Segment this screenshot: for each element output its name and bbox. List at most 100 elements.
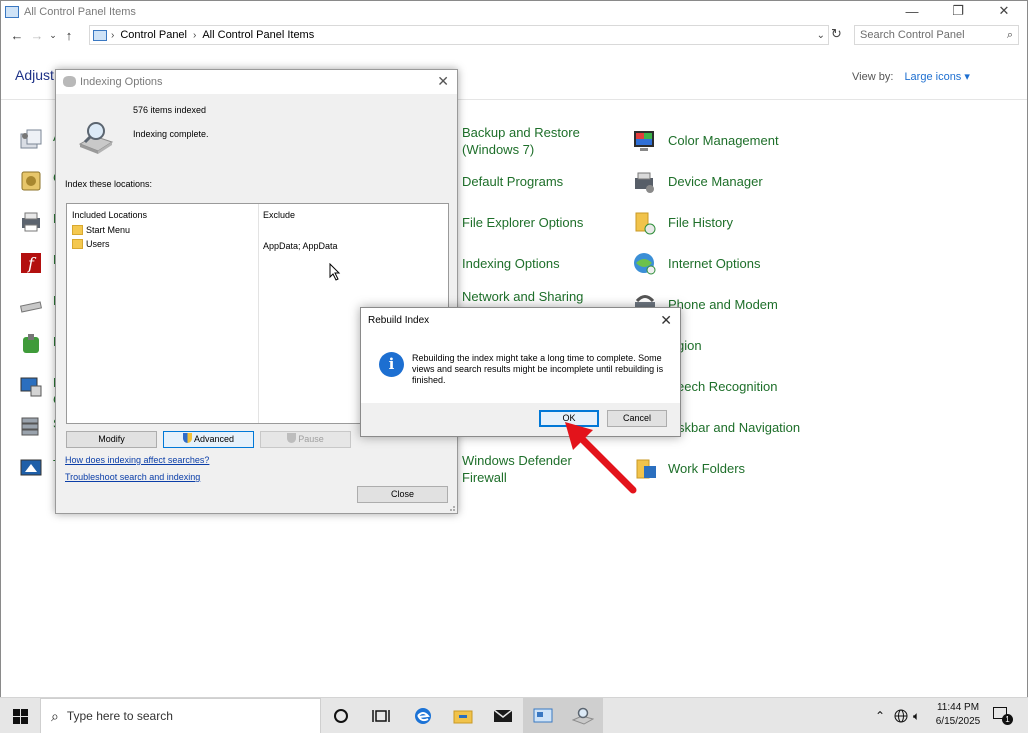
keyboard-icon [20,301,42,313]
action-center-icon[interactable]: 1 [993,707,1013,725]
storage-spaces-icon [21,417,39,436]
list-item[interactable]: Start Menu [72,225,130,235]
search-input[interactable]: Search Control Panel ⌕ [854,25,1019,45]
cp-item-speech-recognition[interactable]: eech Recognition [677,378,777,395]
search-icon: ⌕ [1006,29,1013,41]
breadcrumb-all-items[interactable]: All Control Panel Items [202,29,314,41]
maximize-button[interactable]: ❐ [935,1,981,21]
address-bar[interactable]: › Control Panel › All Control Panel Item… [89,25,829,45]
dialog-title: Rebuild Index [368,315,430,326]
breadcrumb-chevron-icon[interactable]: › [193,30,196,41]
network-globe-icon[interactable] [894,698,908,733]
show-hidden-icons-chevron-icon[interactable]: ⌃ [875,698,885,733]
cp-item-color-management[interactable]: Color Management [632,128,779,154]
recent-dropdown-icon[interactable]: ⌄ [47,30,59,41]
troubleshooting-icon [20,459,42,476]
close-button[interactable]: Close [357,486,448,503]
window-title: All Control Panel Items [24,6,136,18]
forward-arrow-icon[interactable]: → [27,28,47,43]
start-button[interactable] [0,698,40,733]
clock-time: 11:44 PM [936,702,980,713]
color-management-icon [634,131,654,151]
modify-button[interactable]: Modify [66,431,157,448]
folder-icon [72,239,83,249]
power-options-icon [23,334,39,353]
taskbar: ⌕ Type here to search ⌃ 🔈︎ 11:44 PM 6/15… [0,697,1028,733]
exclude-header[interactable]: Exclude [263,210,295,220]
uac-shield-icon [287,433,297,443]
cortana-icon[interactable] [321,698,361,733]
indexing-help-link[interactable]: How does indexing affect searches? [65,455,209,465]
close-icon[interactable]: ✕ [437,73,449,90]
edge-browser-icon[interactable] [403,698,443,733]
taskbar-search-placeholder: Type here to search [66,709,173,723]
cp-item-default-programs[interactable]: Default Programs [462,173,563,190]
up-arrow-icon[interactable]: ↑ [59,28,79,43]
view-by-dropdown[interactable]: Large icons ▾ [904,71,969,83]
flash-player-icon: f [21,253,41,273]
cp-item-file-explorer-options[interactable]: File Explorer Options [462,214,583,231]
uac-shield-icon [182,433,192,443]
system-clock[interactable]: 11:44 PM 6/15/2025 [930,701,986,729]
clock-date: 6/15/2025 [935,716,981,727]
address-dropdown-icon[interactable]: ⌄ [817,30,825,41]
cp-item-work-folders[interactable]: Work Folders [634,456,745,482]
close-icon[interactable]: ✕ [660,312,672,329]
device-manager-icon [635,172,654,193]
location-name: Start Menu [86,225,131,235]
search-placeholder: Search Control Panel [860,29,965,41]
internet-options-icon [634,253,656,275]
locations-label: Index these locations: [65,179,153,189]
cp-item-file-history[interactable]: File History [632,210,733,236]
indexing-magnifier-icon [78,122,114,154]
list-item[interactable]: Users [72,239,110,249]
taskbar-search-box[interactable]: ⌕ Type here to search [40,698,321,733]
indexing-status: Indexing complete. [133,129,209,139]
pause-button[interactable]: Pause [260,431,351,448]
title-bar: All Control Panel Items — ❐ ✕ [1,1,1027,23]
cp-item-internet-options[interactable]: Internet Options [632,251,761,277]
cp-item-backup-restore[interactable]: Backup and Restore (Windows 7) [462,124,602,158]
mail-icon[interactable] [483,698,523,733]
resize-grip-icon[interactable] [448,504,456,512]
cp-item-indexing-options[interactable]: Indexing Options [462,255,560,272]
view-by-label: View by: [852,71,894,83]
troubleshoot-link[interactable]: Troubleshoot search and indexing [65,472,200,482]
close-button[interactable]: ✕ [981,1,1027,21]
advanced-button[interactable]: Advanced [163,431,254,448]
indexing-options-taskbar-icon[interactable] [563,698,603,733]
info-icon: i [379,352,404,377]
column-separator [258,204,259,423]
dialog-title-bar: Indexing Options ✕ [56,70,457,94]
file-history-icon [635,212,656,235]
volume-icon[interactable]: 🔈︎ [913,698,920,733]
dialog-content: Rebuild Index ✕ i Rebuilding the index m… [361,308,680,403]
view-by: View by: Large icons ▾ [852,70,970,83]
search-icon: ⌕ [51,707,59,724]
breadcrumb-control-panel[interactable]: Control Panel [120,29,187,41]
back-arrow-icon[interactable]: ← [7,28,27,43]
control-panel-icon [93,29,107,41]
programs-features-icon [20,377,42,397]
cp-item-device-manager[interactable]: Device Manager [632,169,763,195]
annotation-arrow [565,422,637,494]
control-panel-taskbar-icon[interactable] [523,698,563,733]
minimize-button[interactable]: — [889,1,935,21]
windows-logo-icon [12,708,28,724]
refresh-icon[interactable]: ↻ [831,26,845,42]
indexing-icon [63,76,76,87]
indexing-options-dialog: Indexing Options ✕ 576 items indexed Ind… [55,69,458,514]
dialog-message: Rebuilding the index might take a long t… [412,353,664,385]
control-panel-icon [5,6,19,18]
mouse-cursor-icon [329,263,341,281]
task-view-icon[interactable] [361,698,401,733]
address-row: ← → ⌄ ↑ › Control Panel › All Control Pa… [1,24,1027,46]
location-name: Users [86,239,110,249]
exclude-value: AppData; AppData [263,241,338,251]
breadcrumb-chevron-icon[interactable]: › [111,30,114,41]
file-explorer-icon[interactable] [443,698,483,733]
included-locations-header[interactable]: Included Locations [72,210,147,220]
indexed-count: 576 items indexed [133,105,207,115]
cp-item-network-sharing[interactable]: Network and Sharing [462,288,583,305]
folder-icon [72,225,83,235]
